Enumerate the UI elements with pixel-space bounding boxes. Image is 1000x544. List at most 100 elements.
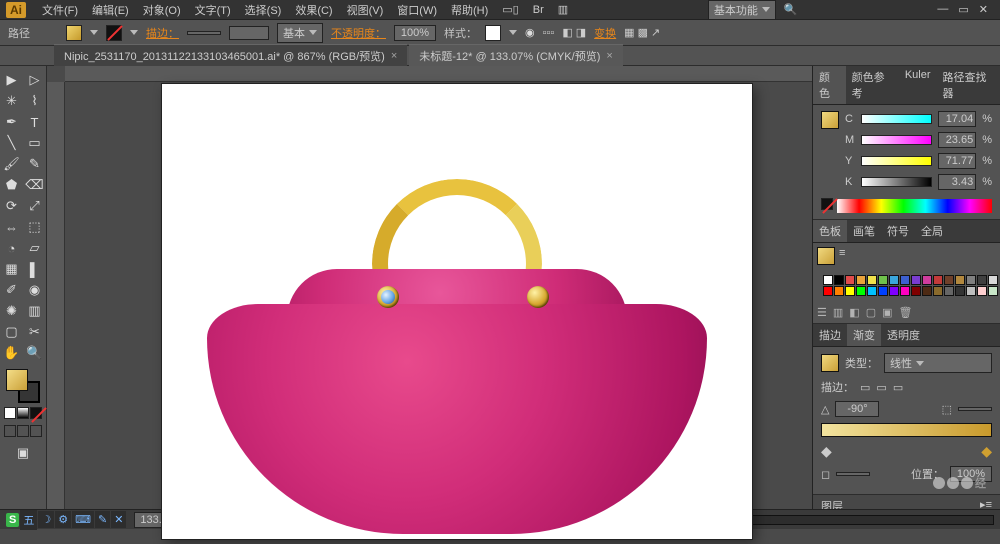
swatch-cell[interactable]	[922, 286, 932, 296]
grad-stroke-opt2[interactable]: ▭	[876, 381, 886, 394]
close-icon[interactable]: ×	[606, 50, 612, 62]
swatch-menu-icon[interactable]: ≡	[839, 247, 845, 265]
grad-stroke-opt3[interactable]: ▭	[893, 381, 903, 394]
swatch-cell[interactable]	[944, 286, 954, 296]
panel-menu-icon[interactable]: ▸≡	[980, 498, 992, 509]
artboard[interactable]	[162, 84, 752, 539]
ime-indicator[interactable]: S五☽⚙⌨✎✕	[6, 510, 126, 530]
swatch-cell[interactable]	[845, 275, 855, 285]
recolor-icon[interactable]: ◉	[525, 26, 535, 39]
pencil-tool[interactable]: ✎	[24, 154, 46, 174]
swatch-cell[interactable]	[933, 286, 943, 296]
swatch-cell[interactable]	[834, 275, 844, 285]
menu-window[interactable]: 窗口(W)	[391, 0, 443, 20]
artwork-handbag[interactable]	[207, 164, 707, 544]
stroke-link[interactable]: 描边：	[146, 25, 179, 41]
tab-transparency[interactable]: 透明度	[881, 324, 926, 346]
line-tool[interactable]: ╲	[1, 133, 23, 153]
gradient-stop-right[interactable]: ◆	[981, 443, 992, 460]
pathfinder-icons[interactable]: ◧ ◨	[562, 26, 586, 39]
swatch-cell[interactable]	[889, 275, 899, 285]
swatch-cell[interactable]	[955, 275, 965, 285]
menu-effect[interactable]: 效果(C)	[289, 0, 338, 20]
swatch-cell[interactable]	[889, 286, 899, 296]
swatch-cell[interactable]	[867, 286, 877, 296]
tab-kuler[interactable]: Kuler	[899, 66, 937, 104]
menu-select[interactable]: 选择(S)	[239, 0, 288, 20]
style-swatch[interactable]	[485, 25, 501, 41]
layers-panel-collapsed[interactable]: 图层▸≡	[813, 495, 1000, 509]
screen-mode-button[interactable]: ▣	[12, 443, 34, 463]
slider-c[interactable]	[861, 114, 932, 124]
swatch-cell[interactable]	[922, 275, 932, 285]
swatch-cell[interactable]	[900, 286, 910, 296]
bridge-icon[interactable]: Br	[527, 2, 550, 18]
rotate-tool[interactable]: ⟳	[1, 196, 23, 216]
swatch-cell[interactable]	[988, 275, 998, 285]
artboard-tool[interactable]: ▢	[1, 322, 23, 342]
perspective-tool[interactable]: ▱	[24, 238, 46, 258]
menu-view[interactable]: 视图(V)	[341, 0, 390, 20]
opacity-link[interactable]: 不透明度：	[331, 25, 386, 41]
tab-symbols[interactable]: 符号	[881, 220, 915, 242]
slider-k[interactable]	[861, 177, 932, 187]
width-tool[interactable]: ⇔	[1, 217, 23, 237]
swatch-cell[interactable]	[878, 275, 888, 285]
brush-dropdown[interactable]: 基本	[277, 23, 323, 43]
color-panel-swatch[interactable]	[821, 111, 839, 129]
zoom-tool[interactable]: 🔍	[24, 343, 46, 363]
swatch-show-icon[interactable]: ▥	[833, 306, 843, 319]
shape-builder-tool[interactable]: ◔	[1, 238, 23, 258]
swatch-cell[interactable]	[834, 286, 844, 296]
tab-stroke[interactable]: 描边	[813, 324, 847, 346]
grad-stroke-opt1[interactable]: ▭	[860, 381, 870, 394]
swatch-cell[interactable]	[856, 286, 866, 296]
swatch-cell[interactable]	[900, 275, 910, 285]
swatch-cell[interactable]	[977, 286, 987, 296]
fill-stroke-control[interactable]	[6, 369, 40, 403]
swatch-cell[interactable]	[911, 275, 921, 285]
document-tab-2[interactable]: 未标题-12* @ 133.07% (CMYK/预览)×	[409, 44, 623, 67]
chevron-down-icon[interactable]	[90, 30, 98, 35]
eraser-tool[interactable]: ⌫	[24, 175, 46, 195]
tab-color-guide[interactable]: 颜色参考	[846, 66, 899, 104]
slider-m[interactable]	[861, 135, 932, 145]
swatch-options-icon[interactable]: ◧	[849, 306, 859, 319]
swatch-lib-icon[interactable]: ☰	[817, 306, 827, 319]
arrange-icon[interactable]: ▥	[552, 1, 574, 18]
swatch-cell[interactable]	[977, 275, 987, 285]
tab-global[interactable]: 全局	[915, 220, 949, 242]
draw-modes[interactable]	[4, 407, 42, 419]
swatch-new-icon[interactable]: ▣	[882, 306, 892, 319]
swatch-new-group-icon[interactable]: ▢	[866, 306, 876, 319]
menu-type[interactable]: 文字(T)	[189, 0, 237, 20]
stroke-weight-input[interactable]	[187, 31, 221, 35]
menu-edit[interactable]: 编辑(E)	[86, 0, 135, 20]
value-m[interactable]: 23.65	[938, 132, 976, 148]
type-tool[interactable]: T	[24, 112, 46, 132]
magic-wand-tool[interactable]: ✳	[1, 91, 23, 111]
blob-brush-tool[interactable]: ⬟	[1, 175, 23, 195]
close-icon[interactable]: ×	[391, 50, 397, 62]
symbol-sprayer-tool[interactable]: ✺	[1, 301, 23, 321]
value-y[interactable]: 71.77	[938, 153, 976, 169]
gradient-tool[interactable]: ▌	[24, 259, 46, 279]
chevron-down-icon[interactable]	[130, 30, 138, 35]
screen-modes[interactable]	[4, 425, 42, 437]
align-icons[interactable]: ▫▫▫	[543, 27, 555, 39]
swatch-cell[interactable]	[867, 275, 877, 285]
slider-y[interactable]	[861, 156, 932, 166]
eyedropper-tool[interactable]: ✐	[1, 280, 23, 300]
swatch-cell[interactable]	[966, 286, 976, 296]
layout-icon[interactable]: ▭▯	[496, 1, 524, 18]
tab-swatches[interactable]: 色板	[813, 220, 847, 242]
swatch-current[interactable]	[817, 247, 835, 265]
more-icons[interactable]: ▦ ▩ ↗	[624, 26, 660, 39]
spectrum-picker[interactable]	[837, 199, 992, 213]
value-c[interactable]: 17.04	[938, 111, 976, 127]
workspace-switcher[interactable]: 基本功能	[708, 0, 776, 20]
swatch-cell[interactable]	[856, 275, 866, 285]
fill-swatch[interactable]	[66, 25, 82, 41]
menu-object[interactable]: 对象(O)	[137, 0, 187, 20]
swatch-cell[interactable]	[955, 286, 965, 296]
